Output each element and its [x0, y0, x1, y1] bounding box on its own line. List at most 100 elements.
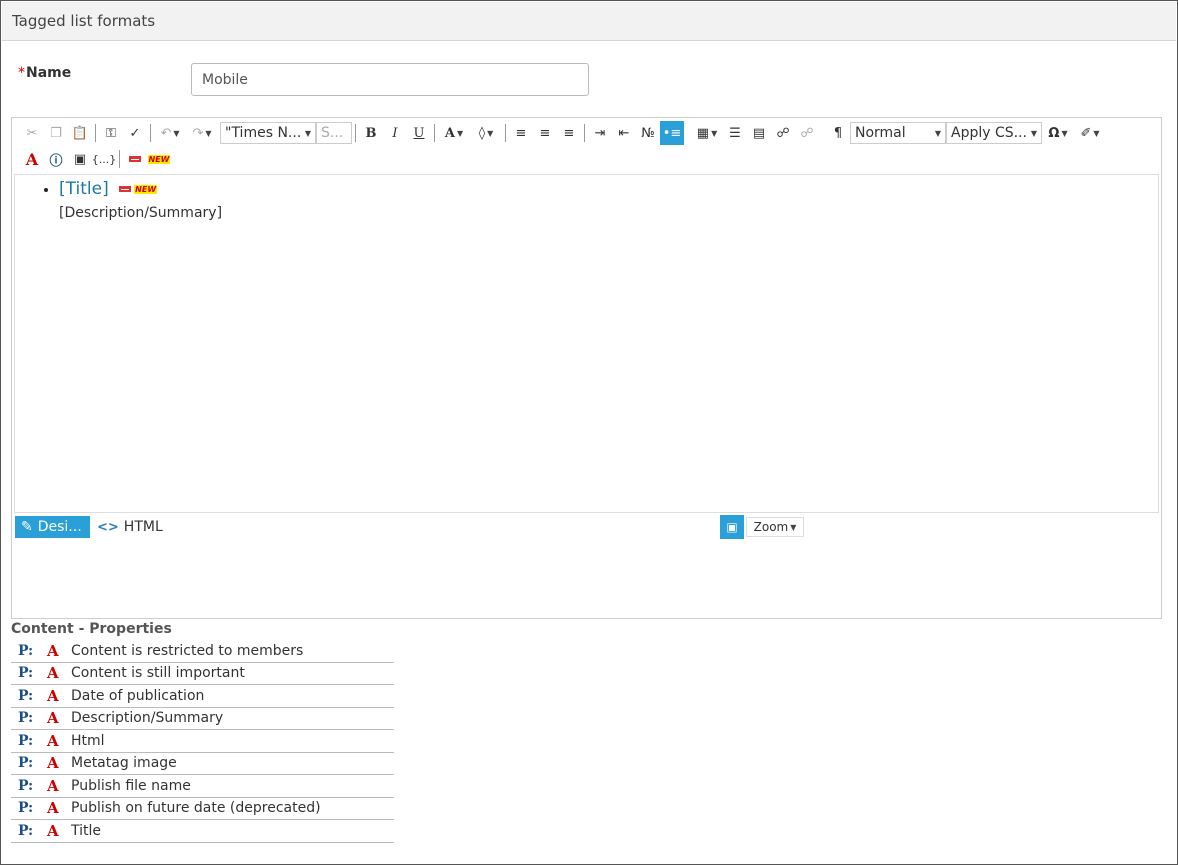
property-row[interactable]: P: A Title: [11, 820, 394, 843]
insert-image-macro-icon[interactable]: ▣: [68, 147, 92, 171]
highlight-color-icon[interactable]: ◊ ▼: [470, 121, 502, 145]
font-size-select[interactable]: S...: [316, 122, 352, 144]
title-placeholder: [Title]: [59, 179, 109, 199]
name-input[interactable]: [191, 63, 589, 96]
code-macro-text: {...}: [91, 152, 117, 166]
align-left-icon[interactable]: ≡: [509, 121, 533, 145]
toolbar-separator: [95, 124, 96, 142]
insert-property-p-icon[interactable]: P:: [11, 778, 41, 794]
insert-property-a-icon[interactable]: A: [41, 664, 71, 682]
insert-property-p-icon[interactable]: P:: [11, 733, 41, 749]
align-right-icon[interactable]: ≡: [557, 121, 581, 145]
horizontal-rule-icon[interactable]: ☰: [723, 121, 747, 145]
html-mode-tab[interactable]: <> HTML: [97, 516, 163, 538]
toolbar-separator: [505, 124, 506, 142]
properties-list: P: A Content is restricted to members P: A Co…: [11, 640, 394, 843]
property-label: Html: [71, 732, 105, 749]
description-placeholder: [Description/Summary]: [59, 205, 223, 221]
property-row[interactable]: P: A Html: [11, 730, 394, 753]
copy-icon[interactable]: ❐: [44, 121, 68, 145]
insert-property-a-icon[interactable]: A: [41, 709, 71, 727]
property-label: Title: [71, 822, 102, 839]
insert-macro-icon[interactable]: ⓘ: [44, 147, 68, 171]
insert-property-p-icon[interactable]: P:: [11, 688, 41, 704]
insert-property-p-icon[interactable]: P:: [11, 665, 41, 681]
property-row[interactable]: P: A Publish on future date (deprecated): [11, 798, 394, 820]
name-label: *Name: [18, 65, 71, 81]
table-icon[interactable]: ▦ ▼: [691, 121, 723, 145]
bulleted-list-icon[interactable]: •≡: [660, 121, 684, 145]
indent-icon[interactable]: ⇥: [588, 121, 612, 145]
property-row[interactable]: P: A Date of publication: [11, 685, 394, 708]
spellcheck-icon[interactable]: ✓: [123, 121, 147, 145]
zoom-select[interactable]: Zoom ▼: [746, 517, 804, 537]
dialog-frame: Tagged list formats *Name ✂ ❐ 📋 ⚿ ✓ ↶▼ ↷…: [0, 0, 1178, 865]
properties-heading: Content - Properties: [11, 621, 172, 637]
rich-text-editor: ✂ ❐ 📋 ⚿ ✓ ↶ ▼ ↷ ▼ "Times N... ▼ S... B I U …: [11, 117, 1162, 619]
link-icon[interactable]: ☍: [771, 121, 795, 145]
insert-property-a-icon[interactable]: A: [41, 687, 71, 705]
design-tab-label: Desi...: [37, 519, 82, 535]
insert-property-p-icon[interactable]: P:: [11, 643, 41, 659]
insert-property-a-icon[interactable]: A: [41, 732, 71, 750]
toolbar-spacer: [687, 124, 688, 142]
property-label: Publish file name: [71, 777, 191, 794]
property-row[interactable]: P: A Description/Summary: [11, 708, 394, 730]
insert-property-p-icon[interactable]: P:: [11, 800, 41, 816]
font-color-icon[interactable]: A ▼: [438, 121, 470, 145]
unlink-icon[interactable]: ☍: [795, 121, 819, 145]
insert-property-a-icon[interactable]: A: [41, 799, 71, 817]
find-icon[interactable]: ⚿: [99, 121, 123, 145]
dialog-title: Tagged list formats: [12, 12, 156, 30]
property-row[interactable]: P: A Publish file name: [11, 775, 394, 798]
insert-property-a-icon[interactable]: A: [41, 642, 71, 660]
font-name-value: "Times N...: [225, 125, 302, 141]
image-icon[interactable]: ▤: [747, 121, 771, 145]
html-tab-label: HTML: [123, 519, 163, 535]
paragraph-format-select[interactable]: Normal ▼: [850, 122, 946, 144]
list-item: [Title] NEW: [59, 179, 1158, 199]
new-badge: NEW: [119, 184, 158, 194]
insert-property-a-icon[interactable]: A: [41, 754, 71, 772]
toolbar-spacer: [822, 124, 823, 142]
property-label: Date of publication: [71, 687, 205, 704]
css-class-select[interactable]: Apply CS... ▼: [946, 122, 1042, 144]
property-row[interactable]: P: A Metatag image: [11, 753, 394, 775]
italic-icon[interactable]: I: [383, 121, 407, 145]
cut-icon[interactable]: ✂: [20, 121, 44, 145]
undo-icon[interactable]: ↶ ▼: [154, 121, 186, 145]
paragraph-format-value: Normal: [855, 125, 906, 141]
editor-toolbar: ✂ ❐ 📋 ⚿ ✓ ↶ ▼ ↷ ▼ "Times N... ▼ S... B I U …: [12, 118, 1161, 174]
paragraph-icon[interactable]: ¶: [826, 121, 850, 145]
zoom-toggle-icon[interactable]: ▣: [720, 515, 744, 539]
format-stripper-icon[interactable]: ✐ ▼: [1074, 121, 1106, 145]
insert-property-p-icon[interactable]: P:: [11, 755, 41, 771]
underline-icon[interactable]: U: [407, 121, 431, 145]
font-name-select[interactable]: "Times N... ▼: [220, 122, 316, 144]
toolbar-row-2: A ⓘ ▣ {...} NEW: [20, 146, 171, 172]
new-badge-text: NEW: [134, 184, 158, 194]
redo-icon[interactable]: ↷ ▼: [186, 121, 218, 145]
align-center-icon[interactable]: ≡: [533, 121, 557, 145]
property-row[interactable]: P: A Content is restricted to members: [11, 640, 394, 663]
insert-property-a-icon[interactable]: A: [41, 777, 71, 795]
bed-icon: [119, 186, 132, 192]
editor-content-area[interactable]: [Title] NEW [Description/Summary]: [14, 174, 1159, 513]
toolbar-separator: [434, 124, 435, 142]
property-row[interactable]: P: A Content is still important: [11, 663, 394, 685]
insert-property-a-icon[interactable]: A: [41, 822, 71, 840]
numbered-list-icon[interactable]: №: [636, 121, 660, 145]
toolbar-separator: [150, 124, 151, 142]
paste-icon[interactable]: 📋: [68, 121, 92, 145]
insert-property-p-icon[interactable]: P:: [11, 710, 41, 726]
special-char-icon[interactable]: Ω ▼: [1042, 121, 1074, 145]
design-mode-tab[interactable]: ✎ Desi...: [15, 516, 90, 538]
insert-attribute-icon[interactable]: A: [20, 147, 44, 171]
insert-code-icon[interactable]: {...}: [91, 147, 117, 171]
new-badge-icon[interactable]: NEW: [147, 147, 171, 171]
bold-icon[interactable]: B: [359, 121, 383, 145]
name-label-text: Name: [26, 65, 72, 81]
outdent-icon[interactable]: ⇤: [612, 121, 636, 145]
insert-property-p-icon[interactable]: P:: [11, 823, 41, 839]
bed-icon[interactable]: [123, 147, 147, 171]
